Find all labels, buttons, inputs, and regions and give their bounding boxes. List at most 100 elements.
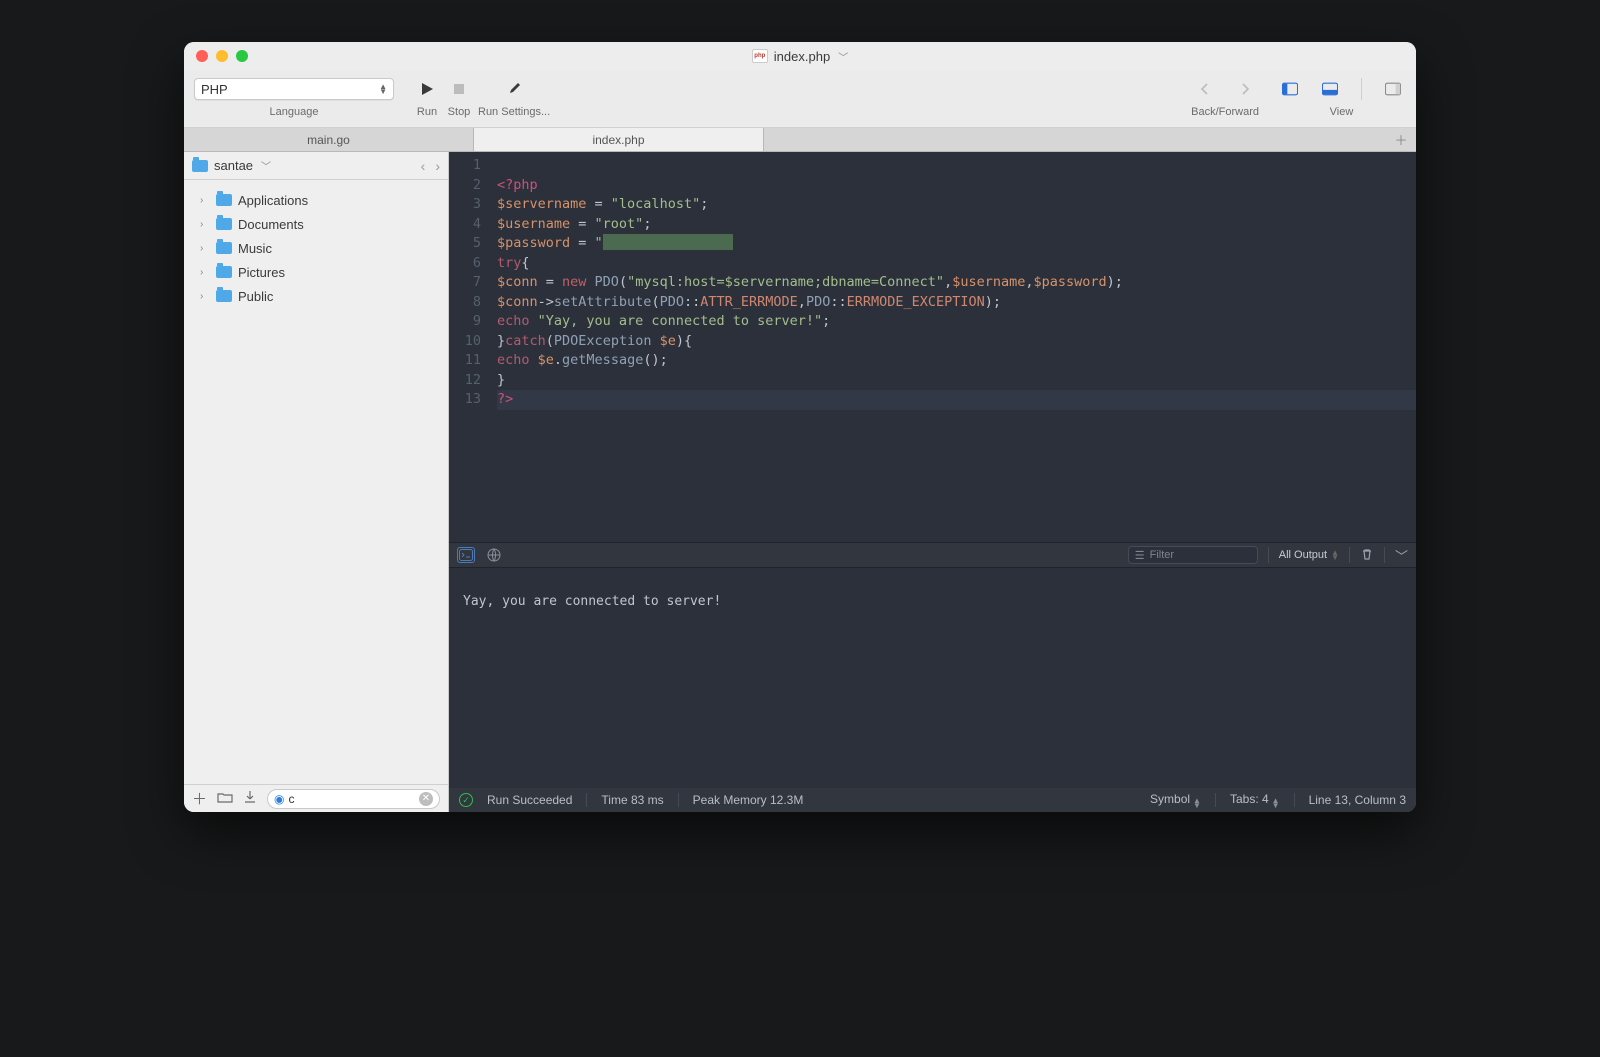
console-expand-button[interactable]: ﹀ xyxy=(1395,546,1408,565)
tab-label: index.php xyxy=(592,133,644,147)
chevron-down-icon: ﹀ xyxy=(838,49,848,64)
file-tree: › Applications › Documents › Music › Picture… xyxy=(184,180,448,784)
language-select[interactable]: PHP ▲▼ xyxy=(194,78,394,100)
editor-column: 12345678910111213 <?php $servername = "l… xyxy=(449,152,1416,812)
window-title-text: index.php xyxy=(774,49,830,64)
forward-button[interactable] xyxy=(1232,77,1258,101)
folder-icon xyxy=(216,290,232,302)
redacted-password xyxy=(603,234,733,250)
chevron-down-icon: ﹀ xyxy=(261,158,271,173)
status-run: Run Succeeded xyxy=(487,793,572,807)
tree-item-label: Applications xyxy=(238,193,308,208)
tree-item[interactable]: › Public xyxy=(194,284,448,308)
run-settings-button[interactable] xyxy=(501,77,527,101)
console-output-tab[interactable] xyxy=(457,547,475,563)
divider xyxy=(586,793,587,807)
cursor-position[interactable]: Line 13, Column 3 xyxy=(1309,793,1406,807)
status-ok-icon: ✓ xyxy=(459,793,473,807)
stop-button[interactable] xyxy=(446,77,472,101)
status-memory: Peak Memory 12.3M xyxy=(693,793,804,807)
view-bottom-panel-button[interactable] xyxy=(1317,77,1343,101)
folder-icon xyxy=(216,242,232,254)
tab-index-php[interactable]: index.php xyxy=(474,128,764,151)
window-title[interactable]: php index.php ﹀ xyxy=(184,49,1416,64)
language-value: PHP xyxy=(201,82,228,97)
folder-icon xyxy=(216,266,232,278)
tree-item[interactable]: › Pictures xyxy=(194,260,448,284)
tab-label: main.go xyxy=(307,133,350,147)
folder-icon xyxy=(216,218,232,230)
sidebar-footer: ＋ ◉ c ✕ xyxy=(184,784,448,812)
tree-item-label: Public xyxy=(238,289,273,304)
tree-item-label: Pictures xyxy=(238,265,285,280)
status-time: Time 83 ms xyxy=(601,793,663,807)
divider xyxy=(1268,547,1269,563)
disclosure-icon: › xyxy=(200,219,210,230)
console-web-tab[interactable] xyxy=(485,547,503,563)
tree-item-label: Music xyxy=(238,241,272,256)
divider xyxy=(1294,793,1295,807)
new-tab-button[interactable]: ＋ xyxy=(1386,128,1416,151)
view-label: View xyxy=(1330,106,1354,118)
tree-item-label: Documents xyxy=(238,217,304,232)
run-label: Run xyxy=(417,106,437,118)
titlebar: php index.php ﹀ xyxy=(184,42,1416,70)
code-body[interactable]: <?php $servername = "localhost"; $userna… xyxy=(489,152,1416,542)
filter-icon: ☰ xyxy=(1135,549,1145,562)
console-output-scope-label: All Output xyxy=(1279,549,1327,561)
tab-width-selector[interactable]: Tabs: 4▲▼ xyxy=(1230,792,1280,808)
console-filter-input[interactable]: ☰ Filter xyxy=(1128,546,1258,564)
file-sidebar: santae ﹀ ‹ › › Applications › Documents › M… xyxy=(184,152,449,812)
updown-icon: ▲▼ xyxy=(379,84,387,94)
toolbar: PHP ▲▼ Language Run Stop Run Settings... xyxy=(184,70,1416,128)
divider xyxy=(1215,793,1216,807)
tree-item[interactable]: › Music xyxy=(194,236,448,260)
disclosure-icon: › xyxy=(200,243,210,254)
run-button[interactable] xyxy=(414,77,440,101)
sidebar-filter-value: c xyxy=(289,792,416,806)
symbol-selector[interactable]: Symbol▲▼ xyxy=(1150,792,1201,808)
editor-tabs: main.go index.php ＋ xyxy=(184,128,1416,152)
location-forward-button[interactable]: › xyxy=(435,158,440,174)
filter-icon: ◉ xyxy=(274,792,284,806)
run-settings-label: Run Settings... xyxy=(478,106,550,118)
divider xyxy=(678,793,679,807)
tree-item[interactable]: › Documents xyxy=(194,212,448,236)
clear-console-button[interactable] xyxy=(1360,547,1374,564)
sidebar-filter-input[interactable]: ◉ c ✕ xyxy=(267,789,440,809)
new-folder-button[interactable] xyxy=(217,790,233,807)
view-left-panel-button[interactable] xyxy=(1277,77,1303,101)
main-area: santae ﹀ ‹ › › Applications › Documents › M… xyxy=(184,152,1416,812)
console-output[interactable]: Yay, you are connected to server! xyxy=(449,568,1416,788)
folder-icon xyxy=(216,194,232,206)
stop-label: Stop xyxy=(448,106,471,118)
disclosure-icon: › xyxy=(200,195,210,206)
view-right-panel-button[interactable] xyxy=(1380,77,1406,101)
divider xyxy=(1384,547,1385,563)
folder-icon xyxy=(192,160,208,172)
import-button[interactable] xyxy=(243,790,257,808)
app-window: php index.php ﹀ PHP ▲▼ Language Run xyxy=(184,42,1416,812)
tree-item[interactable]: › Applications xyxy=(194,188,448,212)
location-name: santae xyxy=(214,158,253,173)
divider xyxy=(1349,547,1350,563)
console-output-text: Yay, you are connected to server! xyxy=(463,594,721,609)
console-filter-placeholder: Filter xyxy=(1150,549,1174,561)
toolbar-divider xyxy=(1361,78,1362,100)
php-file-icon: php xyxy=(752,49,768,63)
backforward-label: Back/Forward xyxy=(1191,106,1259,118)
console-output-scope[interactable]: All Output ▲▼ xyxy=(1279,549,1339,561)
disclosure-icon: › xyxy=(200,291,210,302)
back-button[interactable] xyxy=(1192,77,1218,101)
location-back-button[interactable]: ‹ xyxy=(421,158,426,174)
language-label: Language xyxy=(270,106,319,118)
code-editor[interactable]: 12345678910111213 <?php $servername = "l… xyxy=(449,152,1416,542)
console-toolbar: ☰ Filter All Output ▲▼ ﹀ xyxy=(449,542,1416,568)
tab-main-go[interactable]: main.go xyxy=(184,128,474,151)
add-file-button[interactable]: ＋ xyxy=(192,788,207,809)
clear-filter-button[interactable]: ✕ xyxy=(419,792,433,806)
disclosure-icon: › xyxy=(200,267,210,278)
line-gutter: 12345678910111213 xyxy=(449,152,489,542)
updown-icon: ▲▼ xyxy=(1331,550,1339,560)
location-bar[interactable]: santae ﹀ ‹ › xyxy=(184,152,448,180)
